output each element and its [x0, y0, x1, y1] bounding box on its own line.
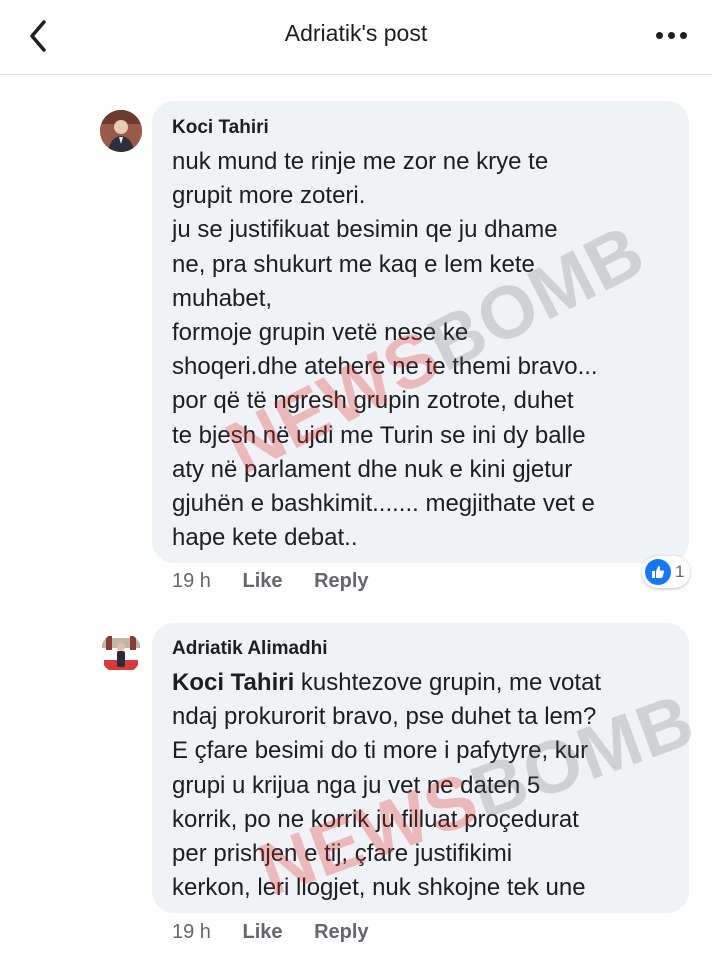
like-icon: [645, 559, 671, 585]
avatar-photo: [100, 110, 142, 152]
comment-text: nuk mund te rinje me zor ne krye te grup…: [172, 148, 598, 552]
comment-author[interactable]: Koci Tahiri: [172, 117, 269, 139]
avatar[interactable]: [100, 110, 142, 152]
reaction-summary[interactable]: 1: [642, 556, 691, 588]
comment-author[interactable]: Adriatik Alimadhi: [172, 638, 328, 660]
page-title: Adriatik's post: [284, 20, 428, 46]
comment-time[interactable]: 19 h: [172, 921, 211, 943]
reply-button[interactable]: Reply: [314, 570, 368, 592]
mention-link[interactable]: Koci Tahiri: [172, 669, 294, 696]
more-options-button[interactable]: [654, 22, 690, 48]
comment-text: Koci Tahiri kushtezove grupin, me votat …: [172, 669, 602, 902]
like-button[interactable]: Like: [243, 921, 283, 943]
reply-button[interactable]: Reply: [314, 921, 368, 943]
avatar-photo: [100, 632, 142, 674]
like-button[interactable]: Like: [243, 570, 283, 592]
top-bar: Adriatik's post: [0, 0, 712, 75]
more-horizontal-icon: [656, 32, 663, 39]
avatar[interactable]: [100, 632, 142, 674]
comment-time[interactable]: 19 h: [172, 570, 211, 592]
reaction-count: 1: [675, 562, 685, 581]
comment-actions: 19 h Like Reply: [172, 921, 369, 944]
comment-actions: 19 h Like Reply: [172, 570, 369, 593]
